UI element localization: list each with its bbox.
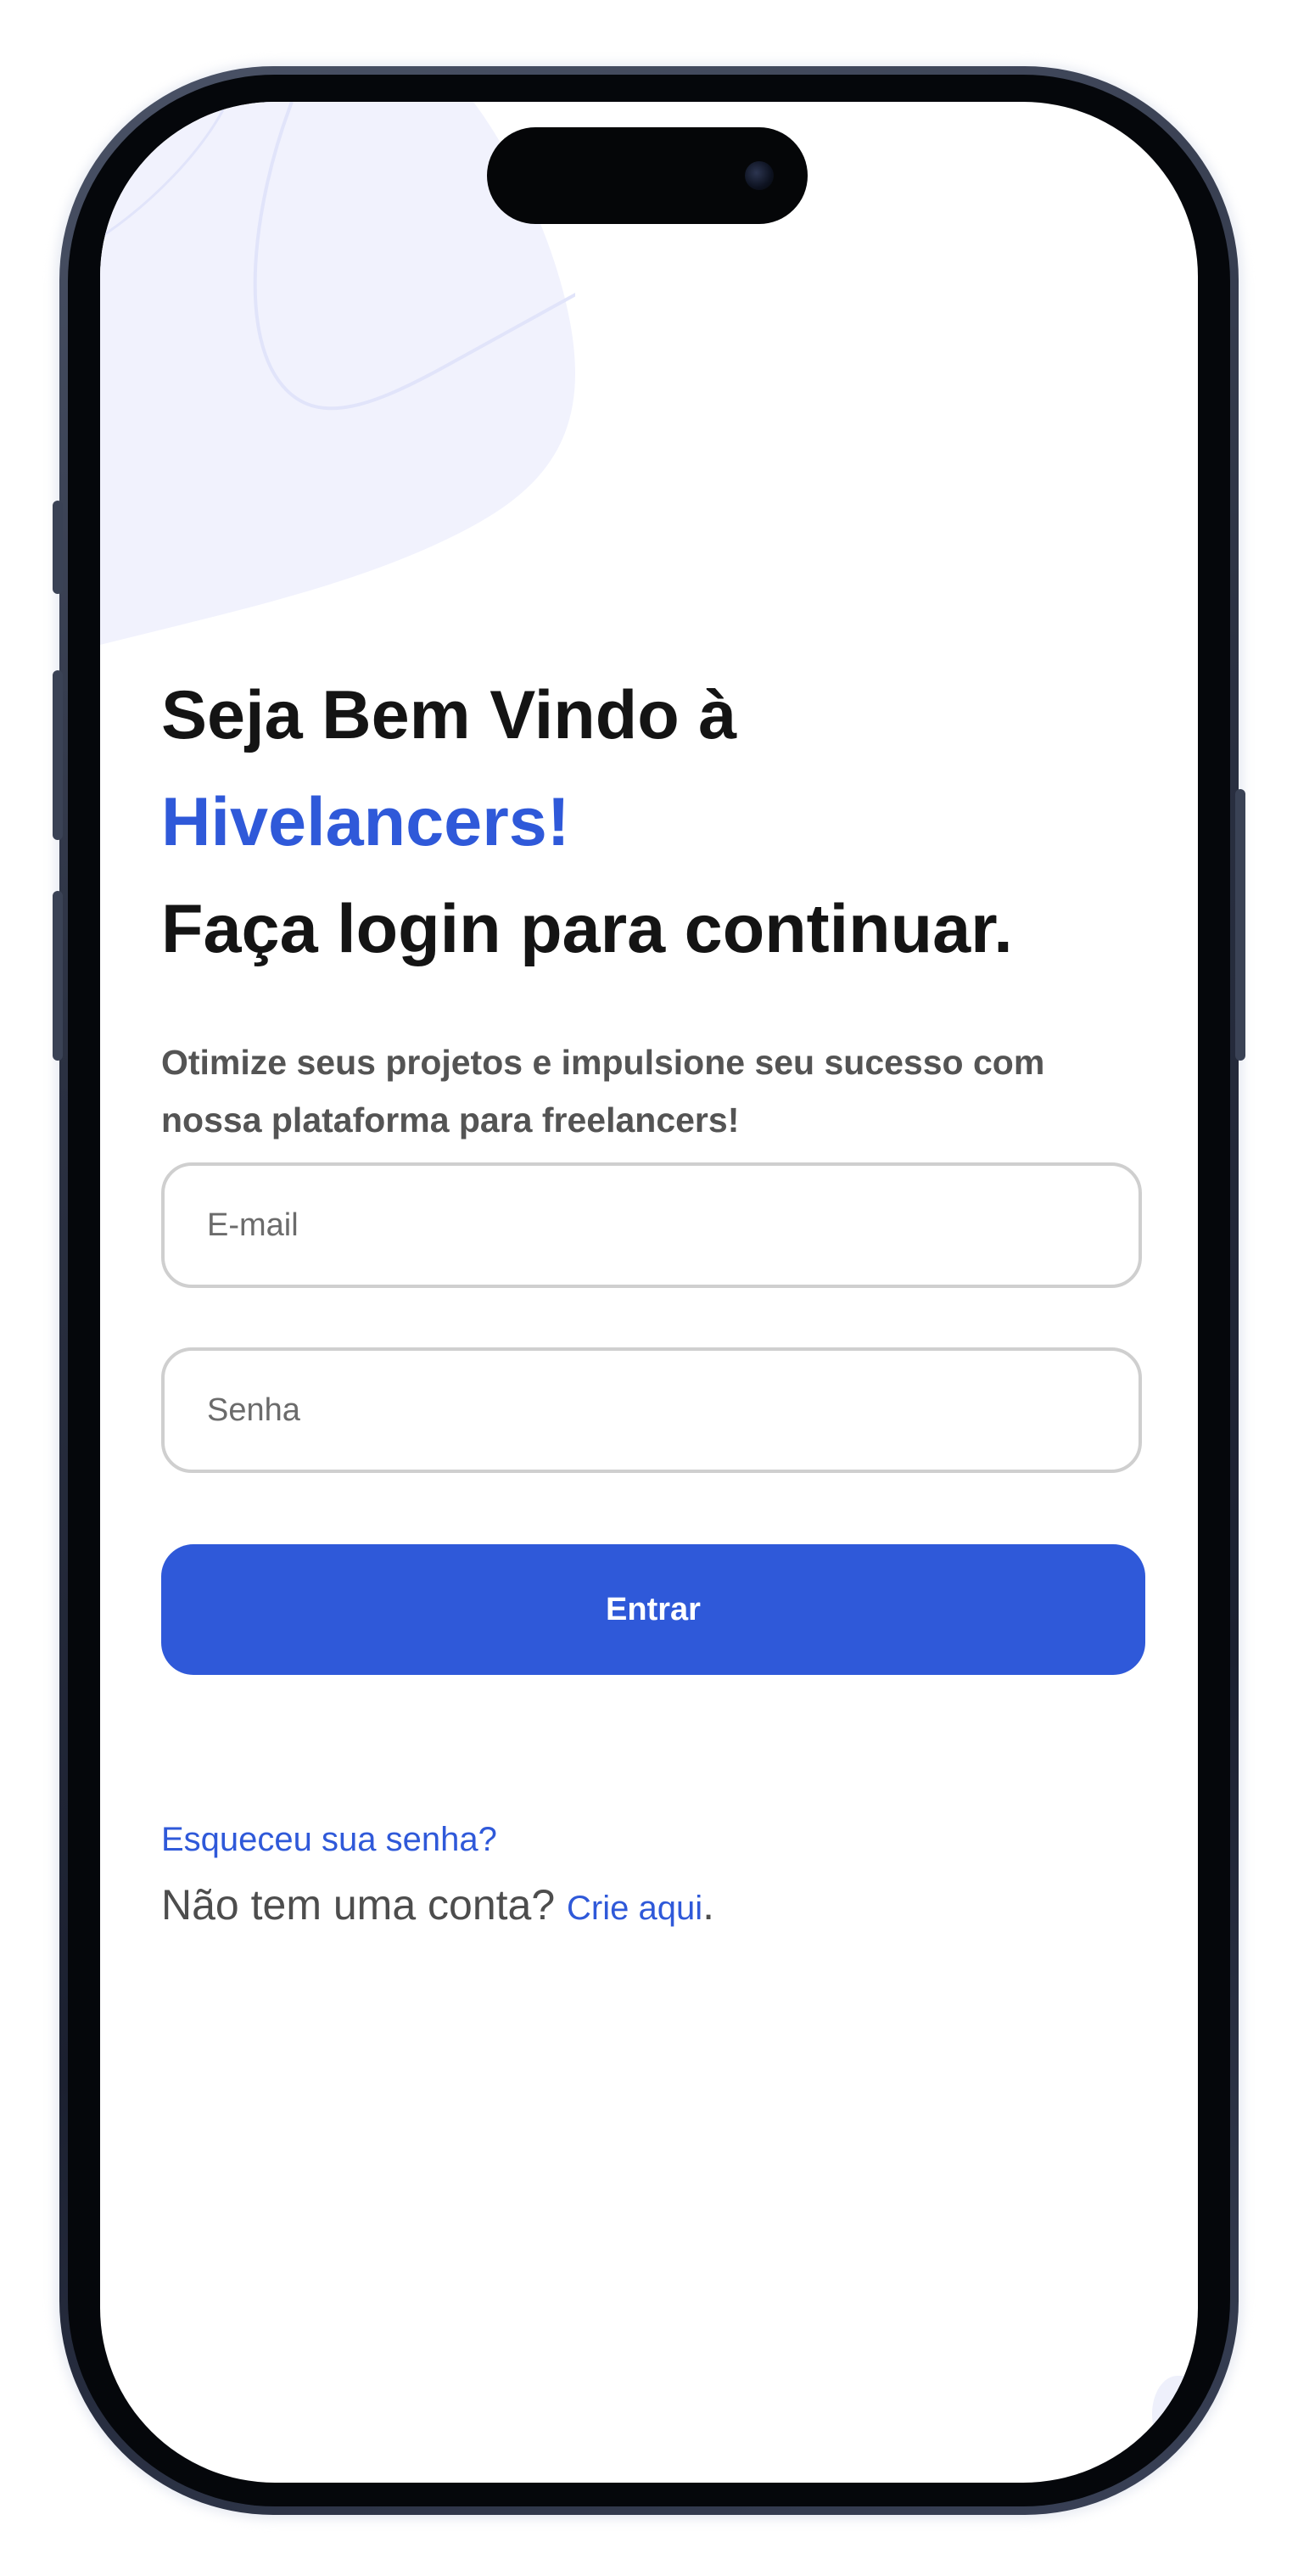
signup-period: .: [702, 1881, 715, 1929]
tagline: Otimize seus projetos e impulsione seu s…: [161, 1043, 1045, 1140]
welcome-section: Seja Bem Vindo à Hivelancers! Faça login…: [161, 662, 1145, 1184]
front-camera-icon: [745, 161, 774, 190]
password-field[interactable]: [161, 1347, 1142, 1473]
brand-name: Hivelancers!: [161, 784, 570, 860]
create-account-link[interactable]: Crie aqui: [567, 1890, 702, 1927]
volume-up-button: [53, 670, 63, 840]
dynamic-island: [487, 127, 808, 224]
login-prompt-heading: Faça login para continuar.: [161, 891, 1013, 967]
email-input[interactable]: [165, 1207, 1139, 1244]
welcome-heading: Seja Bem Vindo à: [161, 677, 737, 753]
no-account-text: Não tem uma conta?: [161, 1881, 556, 1929]
password-input[interactable]: [165, 1392, 1139, 1429]
signup-prompt: Não tem uma conta? Crie aqui.: [161, 1880, 714, 1929]
volume-down-button: [53, 891, 63, 1061]
power-button: [1235, 789, 1245, 1061]
decorative-corner-blob: [1152, 2376, 1198, 2452]
app-screen: [100, 102, 1198, 2483]
action-button: [53, 501, 63, 594]
forgot-password-link[interactable]: Esqueceu sua senha?: [161, 1821, 497, 1859]
email-field[interactable]: [161, 1162, 1142, 1288]
login-button[interactable]: Entrar: [161, 1544, 1145, 1675]
